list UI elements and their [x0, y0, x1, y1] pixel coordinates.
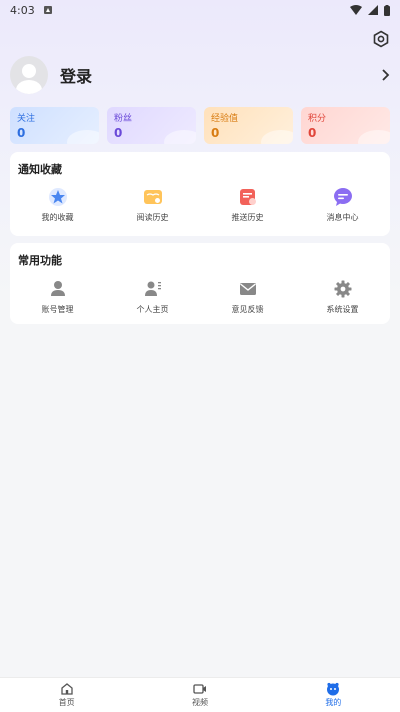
tab-label: 我的 [325, 698, 342, 707]
chat-icon [333, 188, 352, 206]
signal-icon [368, 5, 378, 15]
common-functions-card: 常用功能 账号管理 个人主页 意见反馈 系统设置 [10, 243, 390, 324]
grid-item-label: 阅读历史 [136, 213, 169, 222]
grid-item-label: 个人主页 [136, 305, 169, 314]
grid-item-label: 账号管理 [41, 305, 74, 314]
tab-mine[interactable]: 我的 [267, 678, 400, 712]
grid-item-label: 消息中心 [326, 213, 359, 222]
reading-history-item[interactable]: 阅读历史 [105, 187, 200, 223]
status-time: 4:03 [10, 3, 35, 17]
video-icon [193, 684, 206, 694]
settings-hex-icon[interactable] [372, 30, 390, 48]
calendar-icon [239, 189, 256, 205]
book-icon [143, 190, 162, 204]
personal-homepage-item[interactable]: 个人主页 [105, 279, 200, 315]
profile-card-icon [144, 281, 161, 296]
notify-card: 通知收藏 我的收藏 阅读历史 推送历史 消息中心 [10, 152, 390, 236]
message-center-item[interactable]: 消息中心 [295, 187, 390, 223]
avatar[interactable] [10, 56, 48, 94]
status-bar: 4:03 [0, 0, 400, 20]
stat-label: 积分 [308, 114, 327, 124]
grid-item-label: 意见反馈 [231, 305, 264, 314]
tab-label: 视频 [191, 698, 208, 707]
avatar-placeholder-icon [16, 64, 42, 94]
star-icon [48, 188, 67, 206]
stat-label: 经验值 [211, 114, 239, 124]
wifi-icon [350, 5, 362, 15]
bottom-navigation: 首页 视频 我的 [0, 677, 400, 712]
tab-label: 首页 [58, 698, 75, 707]
system-settings-item[interactable]: 系统设置 [295, 279, 390, 315]
notification-icon [43, 6, 52, 14]
profile-row[interactable]: 登录 [10, 55, 390, 95]
section-title: 常用功能 [18, 254, 62, 267]
tab-home[interactable]: 首页 [0, 678, 133, 712]
stat-fans[interactable]: 粉丝 0 [107, 107, 196, 144]
stat-label: 粉丝 [114, 114, 133, 124]
grid-item-label: 推送历史 [231, 213, 264, 222]
chevron-right-icon[interactable] [380, 68, 390, 82]
stats-row: 关注 0 粉丝 0 经验值 0 积分 0 [10, 107, 390, 144]
battery-icon [384, 4, 390, 16]
mine-icon [327, 682, 340, 696]
grid-item-label: 系统设置 [326, 305, 359, 314]
push-history-item[interactable]: 推送历史 [200, 187, 295, 223]
account-management-item[interactable]: 账号管理 [10, 279, 105, 315]
home-icon [61, 683, 73, 695]
mail-icon [239, 283, 256, 295]
stat-points[interactable]: 积分 0 [301, 107, 390, 144]
login-label[interactable]: 登录 [60, 63, 92, 87]
stat-experience[interactable]: 经验值 0 [204, 107, 293, 144]
grid-item-label: 我的收藏 [41, 213, 74, 222]
person-icon [50, 281, 65, 296]
stat-follow[interactable]: 关注 0 [10, 107, 99, 144]
stat-label: 关注 [17, 114, 36, 124]
section-title: 通知收藏 [18, 163, 62, 176]
tab-video[interactable]: 视频 [133, 678, 266, 712]
feedback-item[interactable]: 意见反馈 [200, 279, 295, 315]
my-favorites-item[interactable]: 我的收藏 [10, 187, 105, 223]
gear-icon [334, 280, 351, 298]
